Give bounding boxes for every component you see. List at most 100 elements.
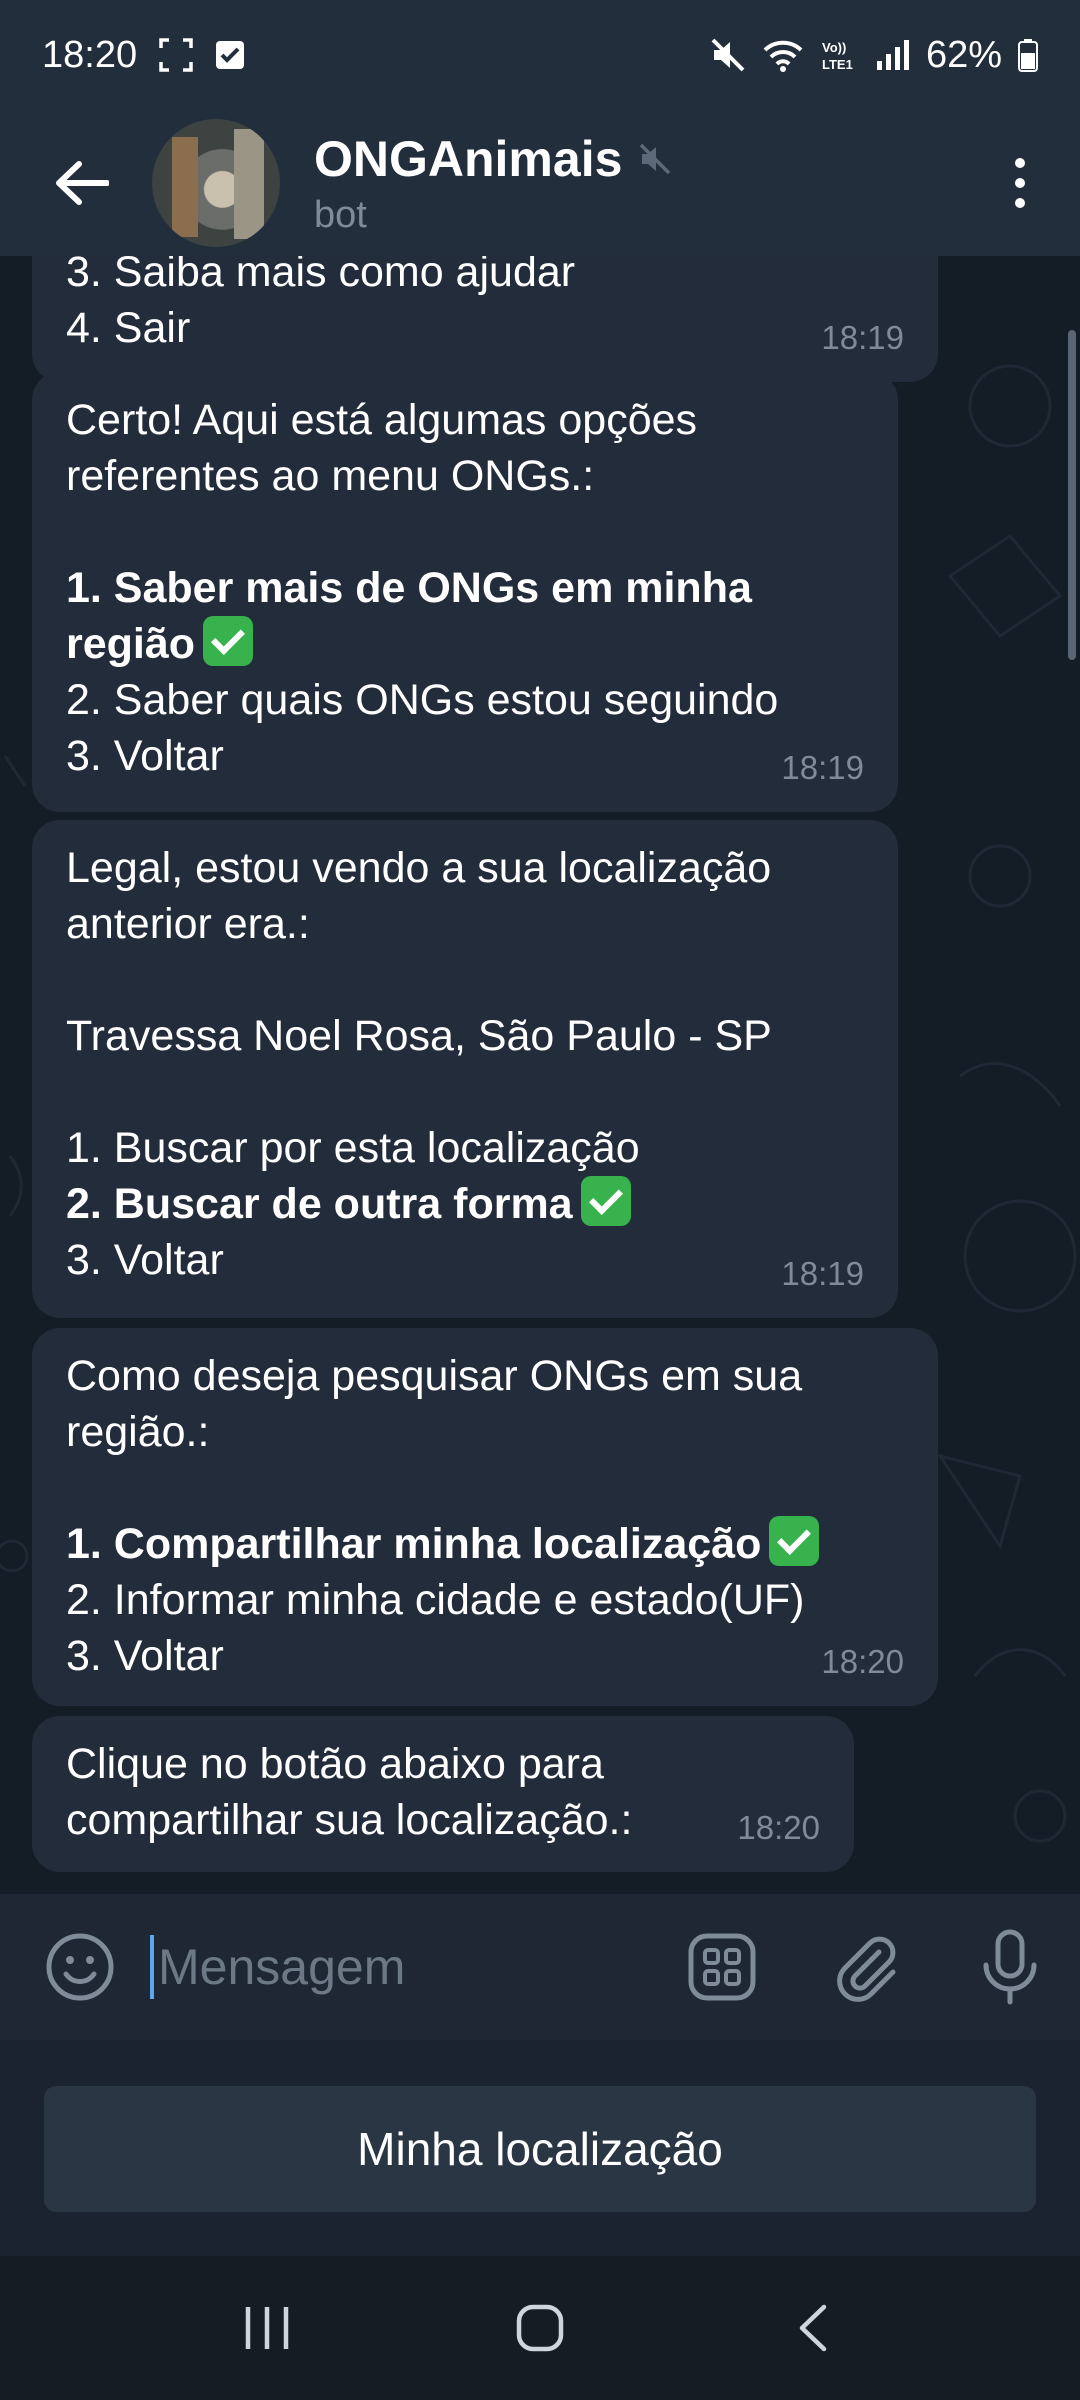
bot-commands-icon <box>688 1933 756 2001</box>
check-mark-icon <box>203 616 254 666</box>
message-line: 2. Buscar de outra forma <box>66 1176 864 1232</box>
attach-icon <box>837 1936 896 2002</box>
check-mark-icon <box>769 1516 820 1566</box>
home-icon <box>516 2304 564 2352</box>
message-line-text: anterior era.: <box>66 900 310 948</box>
emoji-icon <box>46 1933 114 2001</box>
message-line: Legal, estou vendo a sua localização <box>66 840 864 896</box>
chat-title: ONGAnimais <box>314 130 623 187</box>
chat-header: ONGAnimais bot <box>0 110 1080 256</box>
message-time: 18:19 <box>821 319 904 356</box>
microphone-button[interactable] <box>970 1927 1050 2007</box>
checkbox-icon <box>215 40 245 70</box>
home-button[interactable] <box>495 2283 585 2373</box>
message-line-text: compartilhar sua localização.: <box>66 1796 633 1844</box>
avatar[interactable] <box>152 119 280 247</box>
chat-subtitle: bot <box>314 193 367 236</box>
emoji-button[interactable] <box>40 1927 120 2007</box>
attach-button[interactable] <box>826 1927 906 2007</box>
message-line: Clique no botão abaixo para <box>66 1736 820 1792</box>
message-time: 18:19 <box>781 1255 864 1292</box>
battery-icon <box>1018 38 1038 72</box>
message-line: 3. Voltar <box>66 1232 864 1288</box>
message-line-text: 3. Voltar <box>66 732 224 780</box>
signal-icon <box>876 39 910 71</box>
message-time: 18:20 <box>821 1643 904 1680</box>
message-time: 18:19 <box>781 749 864 786</box>
message-line-text: Legal, estou vendo a sua localização <box>66 844 772 892</box>
message-line: Certo! Aqui está algumas opções <box>66 392 864 448</box>
message-line-text: 1. Saber mais de ONGs em minha <box>66 564 752 612</box>
check-mark-icon <box>580 1176 631 1226</box>
more-vert-icon[interactable] <box>1000 143 1040 223</box>
message-input-bar: Mensagem <box>0 1894 1080 2040</box>
message-line-text: 3. Voltar <box>66 1632 224 1680</box>
message-line: referentes ao menu ONGs.: <box>66 448 864 504</box>
message-line-text: 4. Sair <box>66 304 191 352</box>
message-line: compartilhar sua localização.: <box>66 1792 820 1848</box>
message-line: região <box>66 616 864 672</box>
svg-text:Vo)): Vo)) <box>822 40 846 55</box>
message-line: 3. Voltar <box>66 1628 904 1684</box>
message-bubble[interactable]: Legal, estou vendo a sua localização ante… <box>32 820 898 1318</box>
message-line-text: 3. Voltar <box>66 1236 224 1284</box>
message-line-text: Travessa Noel Rosa, São Paulo - SP <box>66 1012 772 1060</box>
message-line-text: região.: <box>66 1408 210 1456</box>
back-arrow-icon <box>56 161 109 205</box>
message-bubble[interactable]: Clique no botão abaixo para compartilhar … <box>32 1716 854 1872</box>
message-bubble[interactable]: Como deseja pesquisar ONGs em sua região.… <box>32 1328 938 1706</box>
message-line-text: 1. Compartilhar minha localização <box>66 1520 762 1568</box>
message-bubble[interactable]: Certo! Aqui está algumas opções referente… <box>32 372 898 812</box>
microphone-icon <box>983 1929 1037 2005</box>
message-line-text: referentes ao menu ONGs.: <box>66 452 595 500</box>
message-line: 2. Informar minha cidade e estado(UF) <box>66 1572 904 1628</box>
chat-area[interactable]: 3. Saiba mais como ajudar 4. Sair 18:19 Cer… <box>0 256 1080 1894</box>
message-line: 3. Voltar <box>66 728 864 784</box>
svg-text:LTE1: LTE1 <box>822 57 853 72</box>
message-line: 1. Buscar por esta localização <box>66 1120 864 1176</box>
wifi-icon <box>762 38 804 72</box>
message-line: 3. Saiba mais como ajudar <box>66 256 904 300</box>
message-line: 4. Sair <box>66 300 904 356</box>
message-line: 2. Saber quais ONGs estou seguindo <box>66 672 864 728</box>
message-bubble[interactable]: 3. Saiba mais como ajudar 4. Sair 18:19 <box>32 256 938 382</box>
back-button[interactable] <box>42 143 122 223</box>
message-line: Travessa Noel Rosa, São Paulo - SP <box>66 1008 864 1064</box>
chat-info[interactable]: ONGAnimais bot <box>314 130 672 237</box>
message-input[interactable]: Mensagem <box>150 1935 682 1999</box>
nav-back-button[interactable] <box>768 2283 858 2373</box>
message-line-text: região <box>66 620 196 668</box>
muted-speaker-icon <box>640 143 671 174</box>
mute-icon <box>710 37 746 73</box>
message-line-text: 2. Buscar de outra forma <box>66 1180 573 1228</box>
volte-icon: Vo)) LTE1 <box>820 38 860 72</box>
bot-commands-button[interactable] <box>682 1927 762 2007</box>
bot-keyboard: Minha localização <box>0 2040 1080 2256</box>
message-line-text: 1. Buscar por esta localização <box>66 1124 640 1172</box>
message-line-text: Clique no botão abaixo para <box>66 1740 604 1788</box>
status-bar: 18:20 Vo)) LTE1 62% <box>0 0 1080 110</box>
screen: 18:20 Vo)) LTE1 62% ONGAnimais bot 3. Sa… <box>0 0 1080 2400</box>
message-line-text: Certo! Aqui está algumas opções <box>66 396 698 444</box>
recents-icon <box>245 2307 288 2349</box>
message-line: região.: <box>66 1404 904 1460</box>
battery-percent: 62% <box>925 33 1002 76</box>
message-line-text: Como deseja pesquisar ONGs em sua <box>66 1352 803 1400</box>
message-line-text: 2. Informar minha cidade e estado(UF) <box>66 1576 805 1624</box>
message-line: Como deseja pesquisar ONGs em sua <box>66 1348 904 1404</box>
message-time: 18:20 <box>737 1809 820 1846</box>
message-line: 1. Compartilhar minha localização <box>66 1516 904 1572</box>
back-icon <box>800 2304 827 2352</box>
scrollbar[interactable] <box>1068 330 1076 660</box>
share-location-button[interactable]: Minha localização <box>44 2086 1036 2212</box>
message-line-text: 3. Saiba mais como ajudar <box>66 256 576 296</box>
message-line-text: 2. Saber quais ONGs estou seguindo <box>66 676 779 724</box>
message-line: anterior era.: <box>66 896 864 952</box>
message-line: 1. Saber mais de ONGs em minha <box>66 560 864 616</box>
navigation-bar <box>0 2256 1080 2400</box>
recents-button[interactable] <box>222 2283 312 2373</box>
status-time: 18:20 <box>42 33 138 76</box>
